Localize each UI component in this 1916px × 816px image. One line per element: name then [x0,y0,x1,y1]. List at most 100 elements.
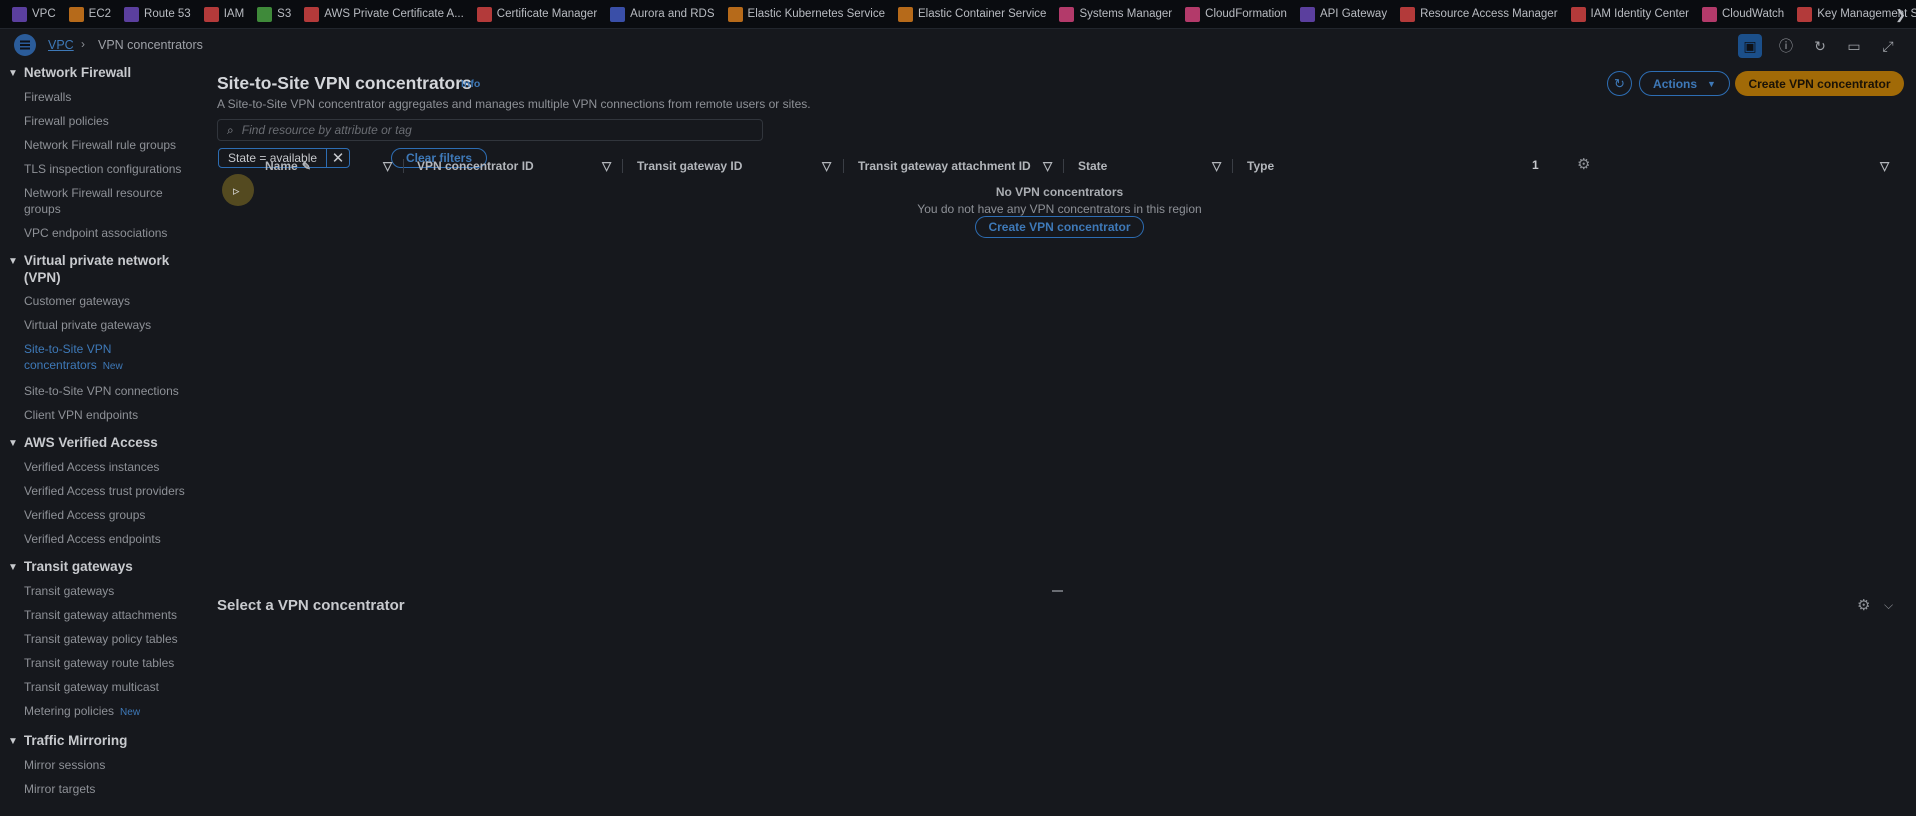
sidebar-item[interactable]: Transit gateway route tables [0,655,195,671]
service-shortcut[interactable]: S3 [257,0,291,28]
column-type[interactable]: Type [1247,153,1274,179]
chevron-down-icon[interactable]: ⌵ [1884,598,1893,613]
sort-icon[interactable]: ▽ [1043,153,1052,179]
sidebar-item[interactable]: Firewalls [0,89,195,105]
service-shortcut[interactable]: Systems Manager [1059,0,1173,28]
column-divider [1063,159,1064,173]
refresh-icon: ↻ [1614,75,1625,91]
sort-icon[interactable]: ▽ [1212,153,1221,179]
service-shortcut[interactable]: Certificate Manager [476,0,597,28]
sidebar-item[interactable]: Network Firewall resource groups [0,185,195,217]
service-shortcut[interactable]: Resource Access Manager [1400,0,1558,28]
service-shortcut[interactable]: AWS Private Certificate A... [304,0,464,28]
service-shortcut[interactable]: CloudFormation [1185,0,1287,28]
service-shortcut[interactable]: Elastic Container Service [897,0,1046,28]
menu-toggle-button[interactable] [14,34,36,56]
new-badge: New [120,707,141,718]
service-shortcut[interactable]: EC2 [68,0,111,28]
sidebar-section-header[interactable]: ▼ Traffic Mirroring [0,729,195,753]
gear-icon[interactable]: ⚙ [1857,596,1870,614]
sidebar-item[interactable]: Verified Access groups [0,507,195,523]
service-shortcut[interactable]: VPC [12,0,56,28]
sidebar-section-header[interactable]: ▼ Transit gateways [0,555,195,579]
column-divider [622,159,623,173]
sidebar-section-header[interactable]: ▼ Virtual private network (VPN) [0,249,195,289]
sidebar-item[interactable]: Metering policies New [0,703,195,721]
sort-icon[interactable]: ▽ [602,153,611,179]
sidebar-item[interactable]: Site-to-Site VPN connections [0,383,195,399]
screen-icon[interactable]: ▭ [1844,36,1864,56]
sidebar-item[interactable]: Transit gateways [0,583,195,599]
refresh-button[interactable]: ↻ [1607,71,1632,96]
service-icon [1797,6,1813,22]
sidebar-item[interactable]: Mirror sessions [0,757,195,773]
service-shortcut[interactable]: Route 53 [124,0,191,28]
service-icon [257,6,273,22]
column-transit-gateway-id[interactable]: Transit gateway ID [637,153,742,179]
page-description: A Site-to-Site VPN concentrator aggregat… [217,97,811,111]
history-icon[interactable]: ↻ [1810,36,1830,56]
sidebar-item[interactable]: Client VPN endpoints [0,407,195,423]
sidebar-item[interactable]: TLS inspection configurations [0,161,195,177]
info-circle-icon[interactable]: ⓘ [1776,36,1796,56]
page-title: Site-to-Site VPN concentrators [217,73,472,93]
service-label: Systems Manager [1079,8,1173,20]
service-shortcut[interactable]: IAM Identity Center [1570,0,1689,28]
sidebar-section: ▼ Network Firewall Firewalls Firewall polic… [0,61,195,241]
breadcrumb-vpc-link[interactable]: VPC [48,38,74,52]
create-vpn-concentrator-empty-button[interactable]: Create VPN concentrator [975,216,1144,238]
caret-down-icon: ▼ [8,438,18,449]
column-name[interactable]: Name ✎ [265,153,311,179]
create-vpn-concentrator-button[interactable]: Create VPN concentrator [1735,71,1904,96]
sidebar-item[interactable]: Network Firewall rule groups [0,137,195,153]
sidebar-section-header[interactable]: ▼ AWS Verified Access [0,431,195,455]
new-badge: New [102,361,123,372]
sort-icon[interactable]: ▽ [822,153,831,179]
sidebar-section-header[interactable]: ▼ Network Firewall [0,61,195,85]
expand-icon[interactable]: ⤢ [1878,36,1898,56]
actions-button[interactable]: Actions ▼ [1639,71,1730,96]
sort-icon[interactable]: ▽ [1880,153,1889,179]
service-label: Route 53 [144,8,191,20]
column-transit-gateway-attachment-id[interactable]: Transit gateway attachment ID [858,153,1031,179]
service-shortcut[interactable]: Elastic Kubernetes Service [727,0,885,28]
service-shortcut[interactable]: CloudWatch [1701,0,1784,28]
sidebar-item[interactable]: VPC endpoint associations [0,225,195,241]
services-bar: VPC EC2 Route 53 IAM S3 AWS Private Certifica… [0,0,1916,29]
sidebar-item[interactable]: Customer gateways [0,293,195,309]
main-content: Site-to-Site VPN concentrators Info A Si… [217,61,1907,816]
resize-handle[interactable] [1052,590,1063,592]
sidebar-item[interactable]: Transit gateway attachments [0,607,195,623]
service-icon [1400,6,1416,22]
sidebar-item[interactable]: Transit gateway policy tables [0,631,195,647]
sort-icon[interactable]: ▽ [383,153,392,179]
service-icon [304,6,320,22]
caret-down-icon: ▼ [8,736,18,747]
sidebar-item[interactable]: Firewall policies [0,113,195,129]
sidebar-item[interactable]: Site-to-Site VPN concentrators New [0,341,195,375]
chevron-right-icon[interactable]: ❯ [1895,7,1906,23]
panel-icon[interactable]: ▣ [1738,34,1762,58]
service-shortcut[interactable]: IAM [203,0,244,28]
sidebar-item[interactable]: Mirror targets [0,781,195,797]
sidebar-item-label: Metering policies [24,704,115,718]
sidebar-item[interactable]: Transit gateway multicast [0,679,195,695]
service-label: API Gateway [1319,8,1388,20]
sidebar-item[interactable]: Verified Access instances [0,459,195,475]
service-icon [897,6,913,22]
sidebar-item-label: Network Firewall resource groups [24,186,163,216]
search-input[interactable]: ⌕ Find resource by attribute or tag [217,119,763,141]
sidebar-item-label: Customer gateways [24,294,131,308]
sidebar-item[interactable]: Verified Access trust providers [0,483,195,499]
column-divider [843,159,844,173]
sidebar-item[interactable]: Verified Access endpoints [0,531,195,547]
service-shortcut[interactable]: API Gateway [1299,0,1388,28]
sidebar-item[interactable]: Virtual private gateways [0,317,195,333]
info-link[interactable]: Info [461,78,480,90]
column-vpn-concentrator-id[interactable]: VPN concentrator ID [417,153,534,179]
service-shortcut[interactable]: Aurora and RDS [610,0,715,28]
sidebar-section-title: Virtual private network (VPN) [23,253,170,285]
column-divider [403,159,404,173]
column-state[interactable]: State [1078,153,1107,179]
empty-state-description: You do not have any VPN concentrators in… [917,202,1202,216]
